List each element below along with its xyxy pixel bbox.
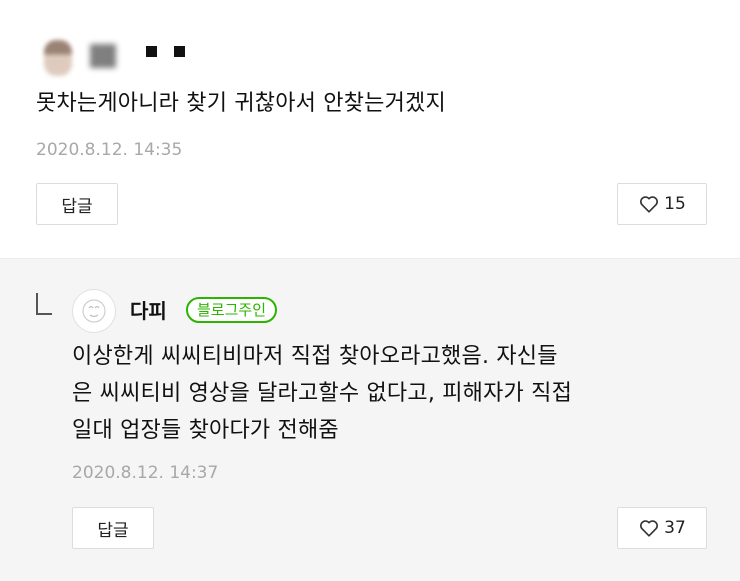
heart-icon <box>640 520 659 537</box>
owner-badge: 블로그주인 <box>186 297 278 323</box>
redaction-mark <box>174 46 185 57</box>
comment-text: 못차는게아니라 찾기 귀찮아서 안찾는거겠지 <box>36 91 446 116</box>
like-count: 37 <box>664 518 686 538</box>
like-button[interactable]: 15 <box>617 183 707 225</box>
reply-button[interactable]: 답글 <box>36 183 118 225</box>
sketch-avatar-icon <box>82 299 106 323</box>
reply-date: 2020.8.12. 14:37 <box>72 463 219 483</box>
reply-button-label: 답글 <box>61 196 93 217</box>
like-button[interactable]: 37 <box>617 507 707 549</box>
avatar[interactable] <box>44 40 72 76</box>
reply-text-line: 은 씨씨티비 영상을 달라고할수 없다고, 피해자가 직접 <box>72 381 573 406</box>
avatar[interactable] <box>72 289 116 333</box>
reply-arrow-icon <box>36 293 52 315</box>
reply-text-line: 이상한게 씨씨티비마저 직접 찾아오라고했음. 자신들 <box>72 344 558 369</box>
redaction-mark <box>146 46 157 57</box>
comment-item: 못차는게아니라 찾기 귀찮아서 안찾는거겠지 2020.8.12. 14:35 … <box>0 0 740 258</box>
blurred-username <box>90 44 116 68</box>
reply-button[interactable]: 답글 <box>72 507 154 549</box>
comment-date: 2020.8.12. 14:35 <box>36 140 183 160</box>
reply-item: 다피 블로그주인 이상한게 씨씨티비마저 직접 찾아오라고했음. 자신들 은 씨… <box>0 258 740 581</box>
reply-button-label: 답글 <box>97 520 129 541</box>
like-count: 15 <box>664 194 686 214</box>
reply-author[interactable]: 다피 <box>130 295 167 324</box>
reply-text-line: 일대 업장들 찾아다가 전해줌 <box>72 418 339 443</box>
heart-icon <box>640 196 659 213</box>
